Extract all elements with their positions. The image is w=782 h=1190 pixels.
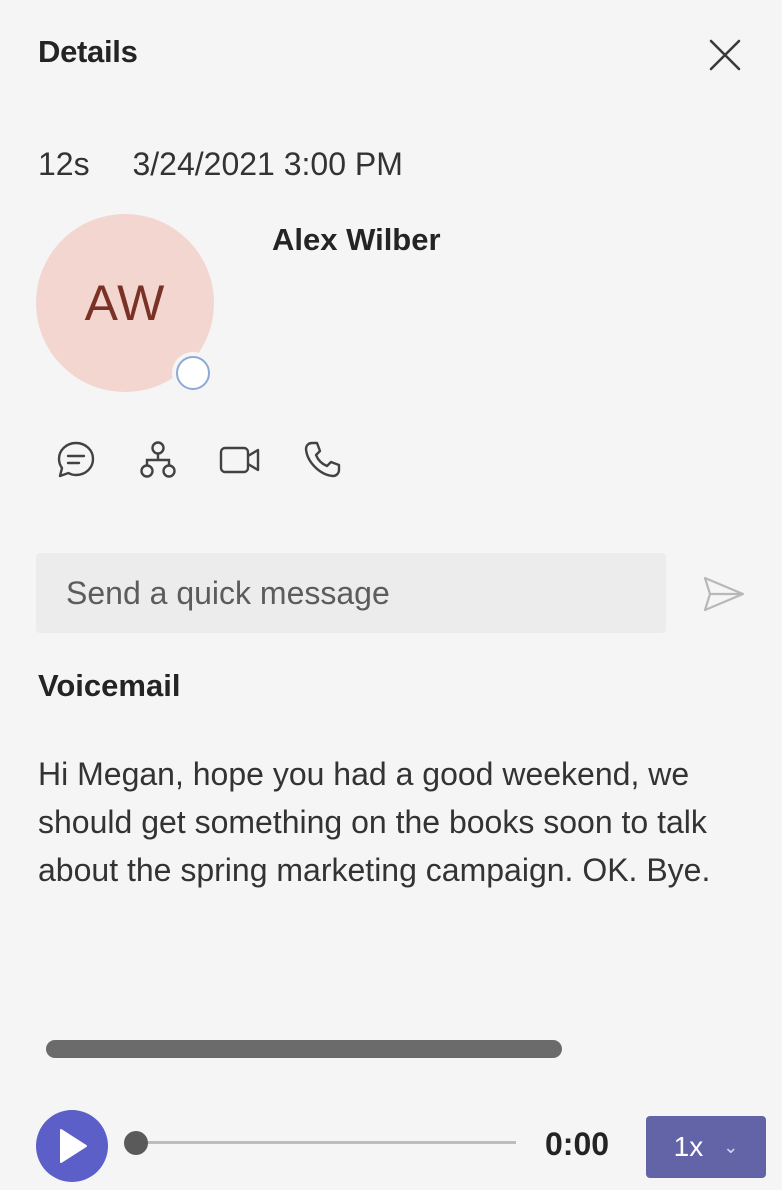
chevron-down-icon: ⌄	[723, 1136, 739, 1157]
contact-actions	[52, 436, 346, 484]
org-chart-button[interactable]	[134, 436, 182, 484]
seek-bar[interactable]	[136, 1141, 516, 1144]
phone-icon	[304, 441, 341, 478]
details-panel: Details 12s 3/24/2021 3:00 PM AW Alex Wi…	[0, 0, 782, 1190]
chat-button[interactable]	[52, 436, 100, 484]
video-call-button[interactable]	[216, 436, 264, 484]
send-button[interactable]	[698, 570, 750, 618]
playback-time: 0:00	[545, 1126, 610, 1162]
speed-label: 1x	[673, 1131, 704, 1162]
presence-status-icon	[172, 352, 214, 394]
close-button[interactable]	[702, 32, 748, 78]
transcript-scrollbar[interactable]	[46, 1040, 562, 1058]
close-icon	[709, 39, 741, 71]
quick-message-input[interactable]	[36, 553, 666, 633]
call-meta: 12s 3/24/2021 3:00 PM	[38, 146, 403, 183]
audio-call-button[interactable]	[298, 436, 346, 484]
avatar-initials: AW	[84, 275, 166, 331]
play-icon	[60, 1129, 87, 1163]
playback-speed-button[interactable]: 1x ⌄	[646, 1116, 766, 1178]
voicemail-heading: Voicemail	[38, 668, 181, 703]
play-button[interactable]	[36, 1110, 108, 1182]
chat-icon	[57, 441, 95, 478]
video-icon	[219, 446, 260, 474]
org-chart-icon	[140, 441, 176, 478]
contact-name[interactable]: Alex Wilber	[272, 222, 441, 258]
voicemail-transcript: Hi Megan, hope you had a good weekend, w…	[38, 756, 711, 888]
call-datetime: 3/24/2021 3:00 PM	[132, 146, 403, 182]
call-duration: 12s	[38, 146, 90, 182]
presence-dot	[176, 356, 210, 390]
seek-thumb[interactable]	[124, 1131, 148, 1155]
panel-title: Details	[38, 34, 138, 69]
send-icon	[703, 576, 745, 612]
